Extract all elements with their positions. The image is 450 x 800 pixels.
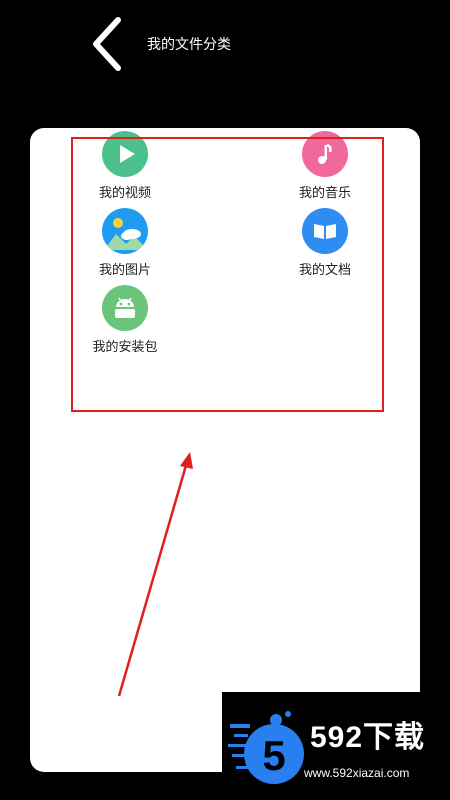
category-packages[interactable]: 我的安装包 <box>70 285 180 355</box>
category-documents[interactable]: 我的文档 <box>270 208 380 278</box>
watermark-url: www.592xiazai.com <box>304 766 410 780</box>
category-label: 我的文档 <box>298 263 351 278</box>
category-video[interactable]: 我的视频 <box>70 131 180 201</box>
picture-icon <box>102 208 148 254</box>
back-button[interactable] <box>86 14 128 74</box>
watermark: 5 592下载 www.592xiazai.com <box>222 692 448 798</box>
category-pictures[interactable]: 我的图片 <box>70 208 180 278</box>
android-package-icon <box>102 285 148 331</box>
page-title: 我的文件分类 <box>147 37 231 53</box>
watermark-brand: 592下载 <box>310 721 426 754</box>
watermark-logo: 5 <box>228 711 304 784</box>
header: 我的文件分类 <box>0 0 450 90</box>
category-label: 我的视频 <box>98 186 151 201</box>
svg-text:5: 5 <box>262 732 285 779</box>
play-icon <box>102 131 148 177</box>
category-label: 我的安装包 <box>92 340 158 355</box>
category-label: 我的图片 <box>98 263 151 278</box>
category-music[interactable]: 我的音乐 <box>270 131 380 201</box>
music-note-icon <box>302 131 348 177</box>
book-icon <box>302 208 348 254</box>
chevron-left-icon <box>93 17 121 71</box>
category-label: 我的音乐 <box>298 186 351 201</box>
